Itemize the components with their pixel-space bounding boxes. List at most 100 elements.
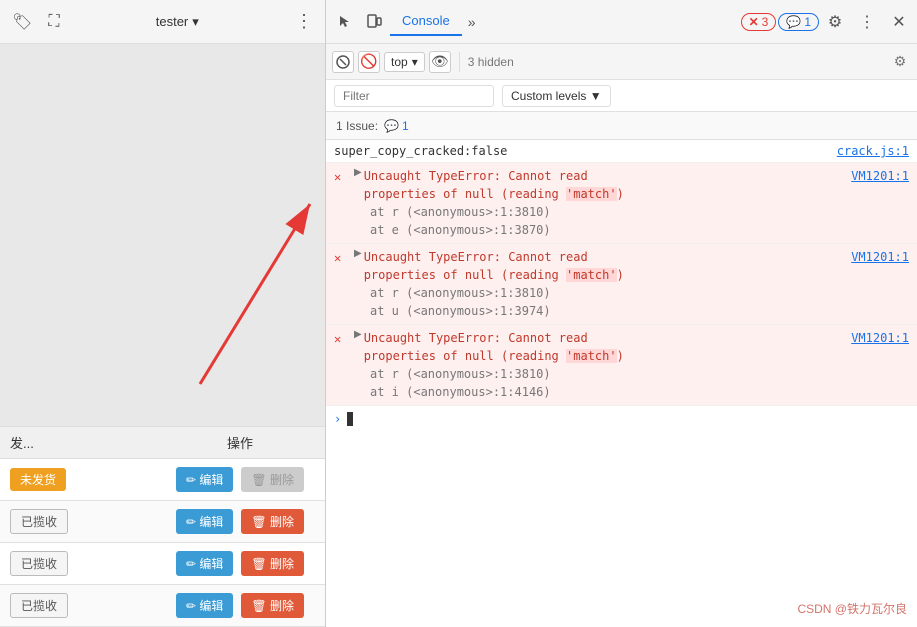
issues-label: 1 Issue:	[336, 119, 378, 133]
console-output: super_copy_cracked:false crack.js:1 ✕ ▶ …	[326, 140, 917, 627]
block-button[interactable]: 🚫	[358, 51, 380, 73]
edit-button[interactable]: ✏ 编辑	[176, 593, 233, 618]
clear-icon	[336, 55, 350, 69]
custom-levels-label: Custom levels ▼	[511, 89, 602, 103]
watermark: CSDN @铁力瓦尔良	[797, 600, 907, 617]
error-content: ▶ Uncaught TypeError: Cannot read proper…	[354, 167, 909, 239]
user-label: tester	[156, 14, 189, 29]
eye-button[interactable]: 👁	[429, 51, 451, 73]
error-message: Uncaught TypeError: Cannot read properti…	[364, 167, 852, 203]
left-content: 发... 操作 未发货 ✏ 编辑 🗑 删除 已揽收 ✏ 编辑	[0, 44, 325, 627]
actions-cell: ✏ 编辑 🗑 删除	[165, 551, 315, 576]
console-prompt: ›	[326, 406, 917, 432]
edit-button[interactable]: ✏ 编辑	[176, 509, 233, 534]
filter-row: Custom levels ▼	[326, 80, 917, 112]
error-main-row: ▶ Uncaught TypeError: Cannot read proper…	[354, 167, 909, 203]
status-badge: 未发货	[10, 468, 66, 491]
edit-button[interactable]: ✏ 编辑	[176, 467, 233, 492]
error-count-badge[interactable]: ✕ 3	[741, 13, 777, 31]
error-content: ▶ Uncaught TypeError: Cannot read proper…	[354, 329, 909, 401]
delete-button[interactable]: 🗑 删除	[241, 551, 304, 576]
device-toolbar-button[interactable]	[360, 8, 388, 36]
separator	[459, 52, 460, 72]
table-row: 未发货 ✏ 编辑 🗑 删除	[0, 459, 325, 501]
chat-icon: 💬	[786, 15, 801, 29]
crack-js-link[interactable]: crack.js:1	[837, 144, 909, 158]
custom-levels-button[interactable]: Custom levels ▼	[502, 85, 611, 107]
error-stack: at r (<anonymous>:1:3810) at i (<anonymo…	[354, 365, 909, 401]
error-message: Uncaught TypeError: Cannot read properti…	[364, 329, 852, 365]
status-badge: 已揽收	[10, 551, 68, 576]
table-row: 已揽收 ✏ 编辑 🗑 删除	[0, 501, 325, 543]
cursor-icon	[336, 14, 352, 30]
chevron-down-icon: ▾	[412, 55, 418, 69]
expand-icon: ⛶	[48, 13, 59, 31]
data-table: 发... 操作 未发货 ✏ 编辑 🗑 删除 已揽收 ✏ 编辑	[0, 426, 325, 627]
error-stack: at r (<anonymous>:1:3810) at u (<anonymo…	[354, 284, 909, 320]
user-button[interactable]: tester ▾	[156, 14, 199, 30]
more-tabs-button[interactable]: »	[464, 14, 480, 30]
error-icon: ✕	[334, 249, 350, 267]
status-cell: 未发货	[10, 468, 165, 491]
expand-error-button[interactable]: ▶	[354, 329, 362, 340]
filter-input[interactable]	[334, 85, 494, 107]
col-op-header: 操作	[165, 433, 315, 452]
left-toolbar-icons: 🏷 ⛶	[12, 12, 60, 32]
error-main-row: ▶ Uncaught TypeError: Cannot read proper…	[354, 329, 909, 365]
more-icon[interactable]: ⋮	[295, 11, 313, 32]
error-message: Uncaught TypeError: Cannot read properti…	[364, 248, 852, 284]
tab-console[interactable]: Console	[390, 7, 462, 36]
status-cell: 已揽收	[10, 593, 165, 618]
error-x-icon: ✕	[749, 15, 759, 29]
error-count: 3	[762, 15, 769, 29]
tag-icon: 🏷	[12, 12, 32, 32]
devtools-panel: Console » ✕ 3 💬 1 ⚙ ⋮ ✕ 🚫 top ▾ 👁	[325, 0, 917, 627]
context-selector[interactable]: top ▾	[384, 52, 425, 72]
cursor-icon-button[interactable]	[330, 8, 358, 36]
error-link[interactable]: VM1201:1	[851, 329, 909, 347]
left-panel: 🏷 ⛶ tester ▾ ⋮ 发... 操作	[0, 0, 325, 627]
table-row: 已揽收 ✏ 编辑 🗑 删除	[0, 543, 325, 585]
status-badge: 已揽收	[10, 509, 68, 534]
console-toolbar: 🚫 top ▾ 👁 3 hidden ⚙	[326, 44, 917, 80]
error-content: ▶ Uncaught TypeError: Cannot read proper…	[354, 248, 909, 320]
expand-error-button[interactable]: ▶	[354, 248, 362, 259]
hidden-count: 3 hidden	[468, 55, 514, 69]
prompt-icon: ›	[334, 412, 341, 426]
device-icon	[366, 14, 382, 30]
table-header: 发... 操作	[0, 426, 325, 459]
error-stack: at r (<anonymous>:1:3810) at e (<anonymo…	[354, 203, 909, 239]
settings-button[interactable]: ⚙	[821, 8, 849, 36]
delete-button[interactable]: 🗑 删除	[241, 467, 304, 492]
error-icon: ✕	[334, 168, 350, 186]
super-copy-text: super_copy_cracked:false	[334, 144, 837, 158]
info-count-badge[interactable]: 💬 1	[778, 13, 819, 31]
status-badge: 已揽收	[10, 593, 68, 618]
prompt-cursor[interactable]	[347, 412, 353, 426]
clear-console-button[interactable]	[332, 51, 354, 73]
console-line-error: ✕ ▶ Uncaught TypeError: Cannot read prop…	[326, 244, 917, 325]
actions-cell: ✏ 编辑 🗑 删除	[165, 593, 315, 618]
devtools-top-right: ⚙ ⋮ ✕	[821, 8, 913, 36]
console-settings-button[interactable]: ⚙	[889, 51, 911, 73]
console-line-info: super_copy_cracked:false crack.js:1	[326, 140, 917, 163]
error-link[interactable]: VM1201:1	[851, 248, 909, 266]
info-count: 1	[804, 15, 811, 29]
actions-cell: ✏ 编辑 🗑 删除	[165, 509, 315, 534]
status-cell: 已揽收	[10, 551, 165, 576]
more-options-button[interactable]: ⋮	[853, 8, 881, 36]
left-top-bar: 🏷 ⛶ tester ▾ ⋮	[0, 0, 325, 44]
delete-button[interactable]: 🗑 删除	[241, 593, 304, 618]
console-line-error: ✕ ▶ Uncaught TypeError: Cannot read prop…	[326, 325, 917, 406]
console-line-error: ✕ ▶ Uncaught TypeError: Cannot read prop…	[326, 163, 917, 244]
expand-error-button[interactable]: ▶	[354, 167, 362, 178]
devtools-top-bar: Console » ✕ 3 💬 1 ⚙ ⋮ ✕	[326, 0, 917, 44]
chevron-down-icon: ▾	[192, 14, 199, 30]
close-button[interactable]: ✕	[885, 8, 913, 36]
col-fa-header: 发...	[10, 433, 165, 452]
delete-button[interactable]: 🗑 删除	[241, 509, 304, 534]
issues-bar: 1 Issue: 💬 1	[326, 112, 917, 140]
actions-cell: ✏ 编辑 🗑 删除	[165, 467, 315, 492]
edit-button[interactable]: ✏ 编辑	[176, 551, 233, 576]
error-link[interactable]: VM1201:1	[851, 167, 909, 185]
